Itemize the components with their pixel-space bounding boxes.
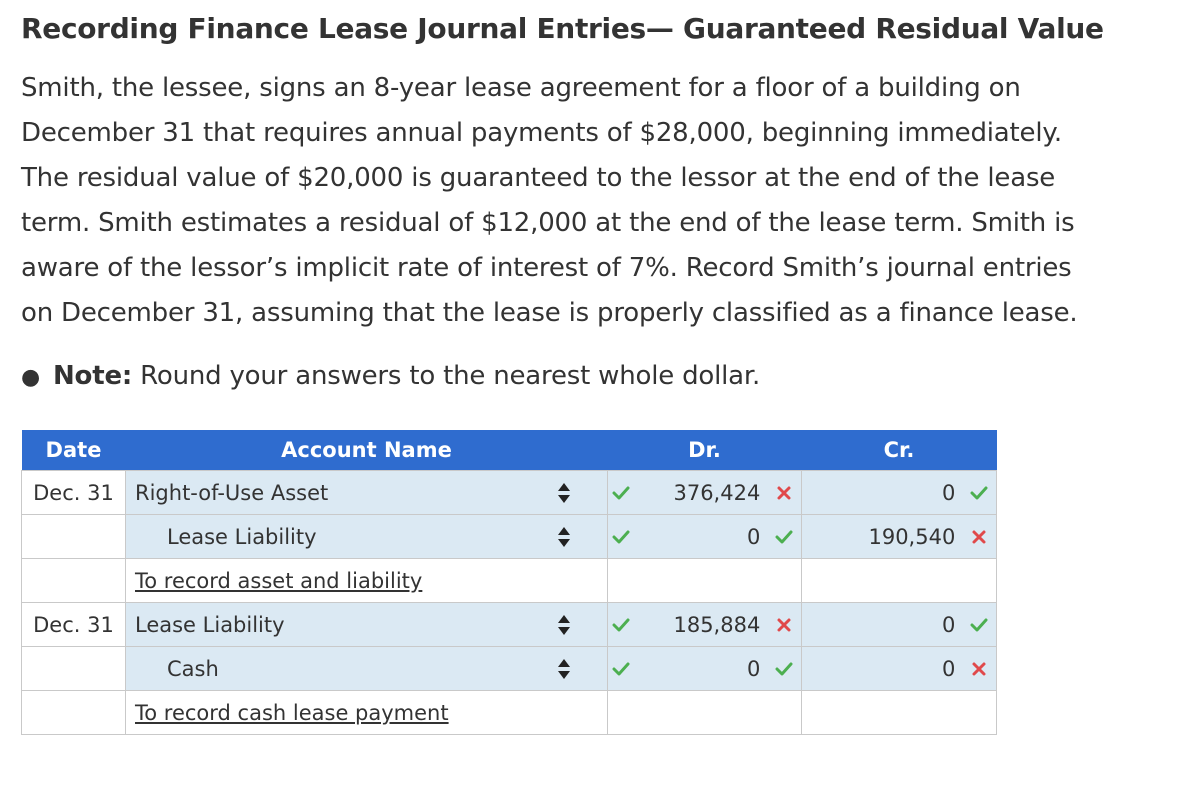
credit-input[interactable]: 190,540 (801, 514, 997, 559)
table-row: To record asset and liability (21, 558, 997, 603)
check-icon (970, 486, 988, 500)
account-select[interactable]: Lease Liability (125, 514, 630, 559)
account-name: Lease Liability (167, 524, 317, 549)
up-down-arrows-icon[interactable] (556, 482, 572, 504)
check-icon (612, 662, 630, 675)
empty-cell (607, 558, 802, 603)
bullet-icon: ● (21, 365, 40, 390)
credit-value: 0 (941, 657, 956, 681)
check-icon (612, 530, 630, 543)
table-row: Lease Liability 0 190,540 (21, 514, 997, 559)
account-name: Right-of-Use Asset (135, 480, 329, 505)
table-row: Dec. 31 Right-of-Use Asset 376,424 0 (21, 470, 997, 515)
debit-value: 376,424 (673, 481, 761, 505)
description-line: The residual value of $20,000 is guarant… (21, 163, 1056, 193)
credit-input[interactable]: 0 (801, 646, 997, 691)
account-select[interactable]: Right-of-Use Asset (125, 470, 630, 515)
credit-value: 0 (941, 481, 956, 505)
debit-value: 0 (746, 657, 761, 681)
table-header-row: Date Account Name Dr. Cr. (21, 430, 997, 471)
up-down-arrows-icon[interactable] (556, 614, 572, 636)
description-line: Smith, the lessee, signs an 8-year lease… (21, 73, 1021, 103)
date-cell: Dec. 31 (21, 470, 126, 515)
description-line: term. Smith estimates a residual of $12,… (21, 208, 1075, 238)
table-row: To record cash lease payment (21, 690, 997, 735)
debit-input[interactable]: 0 (607, 646, 802, 691)
up-down-arrows-icon[interactable] (556, 658, 572, 680)
date-cell (21, 558, 126, 603)
date-cell (21, 690, 126, 735)
empty-cell (607, 690, 802, 735)
column-header-date: Date (21, 430, 126, 471)
column-header-account: Account Name (125, 430, 608, 471)
account-select[interactable]: Lease Liability (125, 602, 630, 647)
x-icon (972, 662, 986, 676)
x-icon (972, 530, 986, 544)
check-icon (775, 530, 793, 544)
date-cell: Dec. 31 (21, 602, 126, 647)
debit-value: 0 (746, 525, 761, 549)
check-icon (775, 662, 793, 676)
debit-value: 185,884 (673, 613, 761, 637)
entry-memo: To record cash lease payment (135, 700, 449, 725)
description-line: on December 31, assuming that the lease … (21, 298, 1078, 328)
memo-cell: To record cash lease payment (125, 690, 608, 735)
credit-input[interactable]: 0 (801, 470, 997, 515)
check-icon (970, 618, 988, 632)
x-icon (777, 486, 791, 500)
empty-cell (801, 558, 997, 603)
description-line: aware of the lessor’s implicit rate of i… (21, 253, 1072, 283)
x-icon (777, 618, 791, 632)
account-name: Lease Liability (135, 612, 285, 637)
note-item: ● Note: Round your answers to the nearest… (21, 354, 760, 400)
check-icon (612, 618, 630, 631)
entry-memo: To record asset and liability (135, 568, 423, 593)
note-text: Round your answers to the nearest whole … (132, 361, 761, 391)
credit-value: 190,540 (868, 525, 956, 549)
problem-description: Smith, the lessee, signs an 8-year lease… (21, 66, 1171, 336)
date-cell (21, 514, 126, 559)
column-header-debit: Dr. (607, 430, 802, 471)
page-title: Recording Finance Lease Journal Entries—… (21, 12, 1104, 45)
table-row: Cash 0 0 (21, 646, 997, 691)
debit-input[interactable]: 0 (607, 514, 802, 559)
table-row: Dec. 31 Lease Liability 185,884 0 (21, 602, 997, 647)
note-label: Note: (53, 361, 133, 391)
credit-input[interactable]: 0 (801, 602, 997, 647)
credit-value: 0 (941, 613, 956, 637)
up-down-arrows-icon[interactable] (556, 526, 572, 548)
debit-input[interactable]: 185,884 (607, 602, 802, 647)
description-line: December 31 that requires annual payment… (21, 118, 1062, 148)
check-icon (612, 486, 630, 499)
account-name: Cash (167, 656, 219, 681)
empty-cell (801, 690, 997, 735)
date-cell (21, 646, 126, 691)
account-select[interactable]: Cash (125, 646, 630, 691)
column-header-credit: Cr. (801, 430, 997, 471)
memo-cell: To record asset and liability (125, 558, 608, 603)
journal-entry-table: Date Account Name Dr. Cr. Dec. 31 Right-… (21, 430, 997, 735)
debit-input[interactable]: 376,424 (607, 470, 802, 515)
